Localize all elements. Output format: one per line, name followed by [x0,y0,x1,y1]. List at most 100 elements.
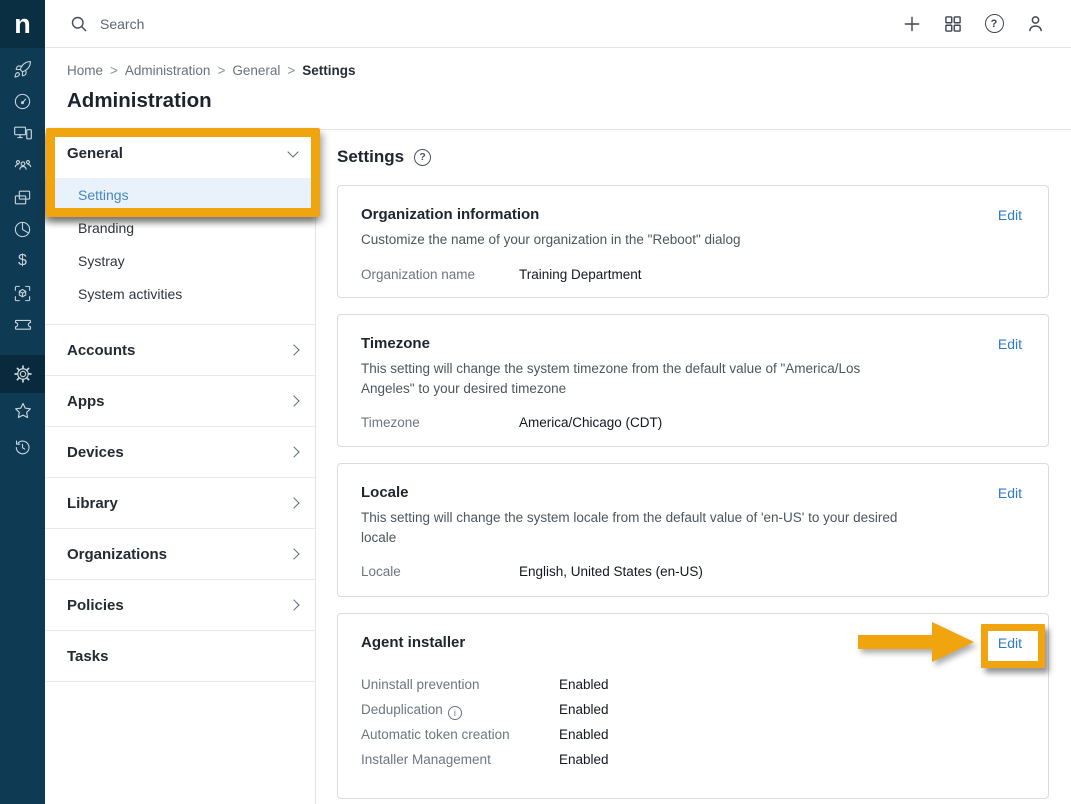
nav-section-label: Organizations [67,546,167,563]
breadcrumb-home[interactable]: Home [67,63,103,78]
page-title: Administration [67,89,1071,113]
row-value: Training Department [519,267,642,282]
billing-dollar-icon[interactable]: $ [0,245,45,277]
row-value: America/Chicago (CDT) [519,415,662,430]
nav-section-tasks[interactable]: Tasks [45,631,315,682]
info-glyph-letter: i [454,708,456,718]
chevron-right-icon [288,599,299,610]
logo-letter: n [14,0,31,48]
nav-item-settings[interactable]: Settings [45,178,315,212]
card-description: Customize the name of your organization … [361,230,906,250]
nav-section-label: Tasks [67,648,108,665]
organizations-people-icon[interactable] [0,149,45,181]
nav-section-label: Accounts [67,342,135,359]
card-locale: Locale This setting will change the syst… [337,463,1049,597]
nav-section-devices[interactable]: Devices [45,427,315,478]
card-title: Locale [361,484,1022,501]
user-profile-icon[interactable] [1024,13,1046,35]
search-input[interactable] [100,16,420,32]
breadcrumb-administration[interactable]: Administration [125,63,211,78]
nav-section-label: Policies [67,597,124,614]
getting-started-rocket-icon[interactable] [0,53,45,85]
edit-agent-installer-button[interactable]: Edit [998,635,1022,651]
edit-locale-button[interactable]: Edit [998,485,1022,501]
nav-group-general[interactable]: General [45,129,315,178]
favorites-star-icon[interactable] [0,393,45,429]
row-label-text: Deduplication [361,702,443,717]
row-label: Automatic token creation [361,727,559,742]
card-row: TimezoneAmerica/Chicago (CDT) [361,415,1022,430]
row-label: Uninstall prevention [361,677,559,692]
breadcrumb-general[interactable]: General [232,63,280,78]
settings-nav-panel: General Settings Branding Systray System… [45,129,316,804]
card-row: Automatic token creationEnabled [361,727,1022,743]
nav-section-label: Devices [67,444,124,461]
row-label: Locale [361,564,519,579]
card-row: Uninstall preventionEnabled [361,677,1022,693]
chevron-down-icon [287,146,298,157]
deduplication-info-icon[interactable]: i [448,706,462,720]
edit-timezone-button[interactable]: Edit [998,336,1022,352]
ticketing-icon[interactable] [0,309,45,341]
row-value: English, United States (en-US) [519,564,703,579]
settings-help-icon[interactable]: ? [414,149,431,166]
nav-item-branding[interactable]: Branding [45,212,315,245]
row-value: Enabled [559,702,609,717]
devices-icon[interactable] [0,117,45,149]
top-bar: ? [45,0,1071,48]
nav-section-organizations[interactable]: Organizations [45,529,315,580]
nav-section-policies[interactable]: Policies [45,580,315,631]
row-label: Organization name [361,267,519,282]
chevron-right-icon [288,344,299,355]
dashboard-gauge-icon[interactable] [0,85,45,117]
activity-history-icon[interactable] [0,429,45,465]
settings-main: Settings ? Organization information Cust… [337,129,1049,804]
row-value: Enabled [559,677,609,692]
nav-group-general-label: General [67,145,123,162]
dollar-glyph: $ [18,252,27,270]
card-organization-information: Organization information Customize the n… [337,185,1049,298]
nav-section-label: Apps [67,393,105,410]
chevron-right-icon [288,497,299,508]
administration-gear-icon[interactable] [0,355,45,393]
card-row: LocaleEnglish, United States (en-US) [361,564,1022,579]
card-description: This setting will change the system loca… [361,508,906,547]
card-row: Organization nameTraining Department [361,267,1022,282]
card-row: Deduplication i Enabled [361,702,1022,718]
nav-item-system-activities[interactable]: System activities [45,278,315,311]
search-icon[interactable] [69,14,89,34]
remote-windows-icon[interactable] [0,181,45,213]
edit-organization-button[interactable]: Edit [998,207,1022,223]
breadcrumb: Home > Administration > General > Settings [45,48,1071,78]
chevron-right-icon [288,395,299,406]
row-label: Deduplication i [361,702,559,720]
nav-section-accounts[interactable]: Accounts [45,325,315,376]
app-sidebar: n $ [0,0,45,804]
help-question-glyph: ? [985,14,1004,33]
content-area: Home > Administration > General > Settings Adm… [45,48,1071,804]
marketplace-package-icon[interactable] [0,277,45,309]
question-glyph: ? [419,151,425,163]
reporting-pie-icon[interactable] [0,213,45,245]
add-plus-icon[interactable] [901,13,923,35]
nav-section-library[interactable]: Library [45,478,315,529]
breadcrumb-settings-current: Settings [302,63,355,78]
nav-item-systray[interactable]: Systray [45,245,315,278]
breadcrumb-separator: > [287,63,295,78]
row-label: Timezone [361,415,519,430]
card-title: Timezone [361,335,1022,352]
row-value: Enabled [559,752,609,767]
ninjaone-logo: n [0,0,45,48]
card-title: Organization information [361,206,1022,223]
help-icon[interactable]: ? [983,13,1005,35]
card-agent-installer: Agent installer Uninstall preventionEnab… [337,613,1049,799]
settings-heading: Settings [337,147,404,167]
breadcrumb-separator: > [217,63,225,78]
breadcrumb-separator: > [110,63,118,78]
card-description: This setting will change the system time… [361,359,906,398]
apps-grid-icon[interactable] [942,13,964,35]
card-title: Agent installer [361,634,1022,651]
nav-section-apps[interactable]: Apps [45,376,315,427]
chevron-right-icon [288,446,299,457]
row-value: Enabled [559,727,609,742]
